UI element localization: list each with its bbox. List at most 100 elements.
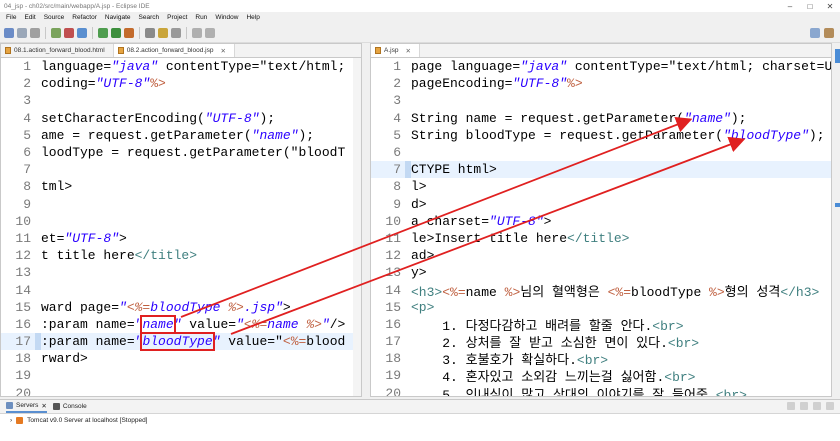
- back-icon[interactable]: [192, 27, 202, 38]
- toolbar-divider: [186, 26, 187, 39]
- code-line[interactable]: 12 t title here</title>: [1, 247, 361, 264]
- line-number: 3: [23, 93, 31, 109]
- close-tab-icon[interactable]: ✕: [220, 47, 225, 55]
- navigate-icon[interactable]: [171, 27, 181, 38]
- code-line[interactable]: 20: [1, 385, 361, 396]
- code-line[interactable]: 2 pageEncoding="UTF-8"%>: [371, 75, 831, 92]
- code-line[interactable]: 13: [1, 264, 361, 281]
- code-line[interactable]: 8 l>: [371, 178, 831, 195]
- left-scrollbar[interactable]: [353, 58, 361, 396]
- menu-search[interactable]: Search: [135, 14, 164, 21]
- line-number: 17: [385, 334, 401, 350]
- code-line[interactable]: 6 loodType = request.getParameter("bloodT: [1, 144, 361, 161]
- menu-project[interactable]: Project: [163, 14, 191, 21]
- right-code-area[interactable]: 1 page language="java" contentType="text/…: [371, 58, 831, 396]
- menu-source[interactable]: Source: [40, 14, 69, 21]
- close-tab-icon[interactable]: ✕: [405, 47, 410, 55]
- launch-icon[interactable]: [111, 27, 121, 38]
- code-line[interactable]: 5 ame = request.getParameter("name");: [1, 127, 361, 144]
- change-ruler: [35, 264, 41, 281]
- menu-window[interactable]: Window: [211, 14, 242, 21]
- code-line[interactable]: 4 setCharacterEncoding("UTF-8");: [1, 110, 361, 127]
- menu-run[interactable]: Run: [191, 14, 211, 21]
- code-line[interactable]: 1 page language="java" contentType="text/…: [371, 58, 831, 75]
- code-line[interactable]: 9 d>: [371, 196, 831, 213]
- maximize-icon[interactable]: □: [800, 2, 820, 11]
- code-line[interactable]: 6: [371, 144, 831, 161]
- code-line[interactable]: 15 ward page="<%=bloodType %>.jsp">: [1, 299, 361, 316]
- code-line[interactable]: 5 String bloodType = request.getParameter…: [371, 127, 831, 144]
- right-editor: A.jsp ✕ 1 page language="java" contentTyp…: [370, 43, 832, 397]
- menu-refactor[interactable]: Refactor: [68, 14, 101, 21]
- menu-edit[interactable]: Edit: [20, 14, 39, 21]
- perspective-icon[interactable]: [810, 27, 820, 38]
- close-tab-icon[interactable]: ✕: [41, 402, 46, 410]
- code-line[interactable]: 15 <p>: [371, 299, 831, 316]
- line-number: 14: [385, 282, 401, 298]
- minimize-icon[interactable]: –: [780, 2, 800, 11]
- java-ee-perspective-icon[interactable]: [824, 27, 834, 38]
- expand-arrow-icon[interactable]: ›: [10, 417, 12, 424]
- line-number: 5: [23, 127, 31, 143]
- line-number: 11: [385, 230, 401, 246]
- line-number: 15: [15, 299, 31, 315]
- stop-icon[interactable]: [64, 27, 74, 38]
- code-line[interactable]: 18 3. 호불호가 확실하다.<br>: [371, 350, 831, 368]
- code-line[interactable]: 7: [1, 161, 361, 178]
- code-line[interactable]: 12 ad>: [371, 247, 831, 264]
- code-line[interactable]: 14 <h3><%=name %>님의 혈액형은 <%=bloodType %>형…: [371, 281, 831, 300]
- external-tools-icon[interactable]: [124, 27, 134, 38]
- step-icon[interactable]: [77, 27, 87, 38]
- menu-help[interactable]: Help: [242, 14, 263, 21]
- code-line[interactable]: 9: [1, 196, 361, 213]
- code-line[interactable]: 10: [1, 213, 361, 230]
- search-icon[interactable]: [158, 27, 168, 38]
- menu-file[interactable]: File: [2, 14, 20, 21]
- change-ruler: [405, 92, 411, 109]
- save-icon[interactable]: [17, 27, 27, 38]
- tab-blood-jsp[interactable]: 08.2.action_forward_blood.jsp ✕: [113, 44, 235, 57]
- tab-blood-html[interactable]: 08.1.action_forward_blood.html: [1, 44, 114, 57]
- code-line[interactable]: 20 5. 인내심이 많고 상대의 이야기를 잘 들어줌.<br>: [371, 385, 831, 396]
- open-type-icon[interactable]: [145, 27, 155, 38]
- code-line[interactable]: 16 1. 다정다감하고 배려를 할줄 안다.<br>: [371, 316, 831, 334]
- tab-console[interactable]: Console: [52, 403, 87, 410]
- left-code-area[interactable]: 1 language="java" contentType="text/html;…: [1, 58, 361, 396]
- code-line[interactable]: 3: [371, 92, 831, 109]
- code-line[interactable]: 19: [1, 367, 361, 384]
- save-all-icon[interactable]: [30, 27, 40, 38]
- code-line[interactable]: 14: [1, 281, 361, 298]
- code-line[interactable]: 2 coding="UTF-8"%>: [1, 75, 361, 92]
- server-entry[interactable]: › Tomcat v9.0 Server at localhost [Stopp…: [0, 414, 840, 426]
- code-line[interactable]: 7 CTYPE html>: [371, 161, 831, 179]
- code-line[interactable]: 19 4. 혼자있고 소외감 느끼는걸 싫어함.<br>: [371, 367, 831, 385]
- new-file-icon[interactable]: [4, 27, 14, 38]
- debug-server-icon[interactable]: [800, 402, 808, 410]
- code-line[interactable]: 4 String name = request.getParameter("nam…: [371, 110, 831, 127]
- stop-server-icon[interactable]: [813, 402, 821, 410]
- menu-navigate[interactable]: Navigate: [101, 14, 135, 21]
- code-line[interactable]: 16:param name="name" value="<%=name %>"/…: [1, 314, 361, 334]
- code-line[interactable]: 10 a charset="UTF-8">: [371, 213, 831, 230]
- code-line[interactable]: 11 et="UTF-8">: [1, 230, 361, 247]
- code-line[interactable]: 17:param name="bloodType" value="<%=bloo…: [1, 332, 361, 352]
- code-line[interactable]: 13 y>: [371, 264, 831, 281]
- code-line[interactable]: 18 rward>: [1, 350, 361, 367]
- minimize-view-icon[interactable]: [826, 402, 834, 410]
- console-icon: [52, 403, 60, 410]
- tab-servers[interactable]: Servers ✕: [6, 400, 47, 413]
- code-line[interactable]: 17 2. 상처를 잘 받고 소심한 면이 있다.<br>: [371, 333, 831, 351]
- code-line[interactable]: 1 language="java" contentType="text/html;…: [1, 58, 361, 75]
- code-line[interactable]: 8 tml>: [1, 178, 361, 195]
- tab-a-jsp[interactable]: A.jsp ✕: [371, 44, 420, 57]
- close-icon[interactable]: ✕: [820, 2, 840, 11]
- code-text: pageEncoding="UTF-8"%>: [411, 76, 583, 92]
- start-server-icon[interactable]: [787, 402, 795, 410]
- code-line[interactable]: 3: [1, 92, 361, 109]
- change-ruler: [35, 385, 41, 396]
- code-line[interactable]: 11 le>Insert title here</title>: [371, 230, 831, 247]
- debug-icon[interactable]: [98, 27, 108, 38]
- run-icon[interactable]: [51, 27, 61, 38]
- overview-marker: [835, 203, 840, 207]
- forward-icon[interactable]: [205, 27, 215, 38]
